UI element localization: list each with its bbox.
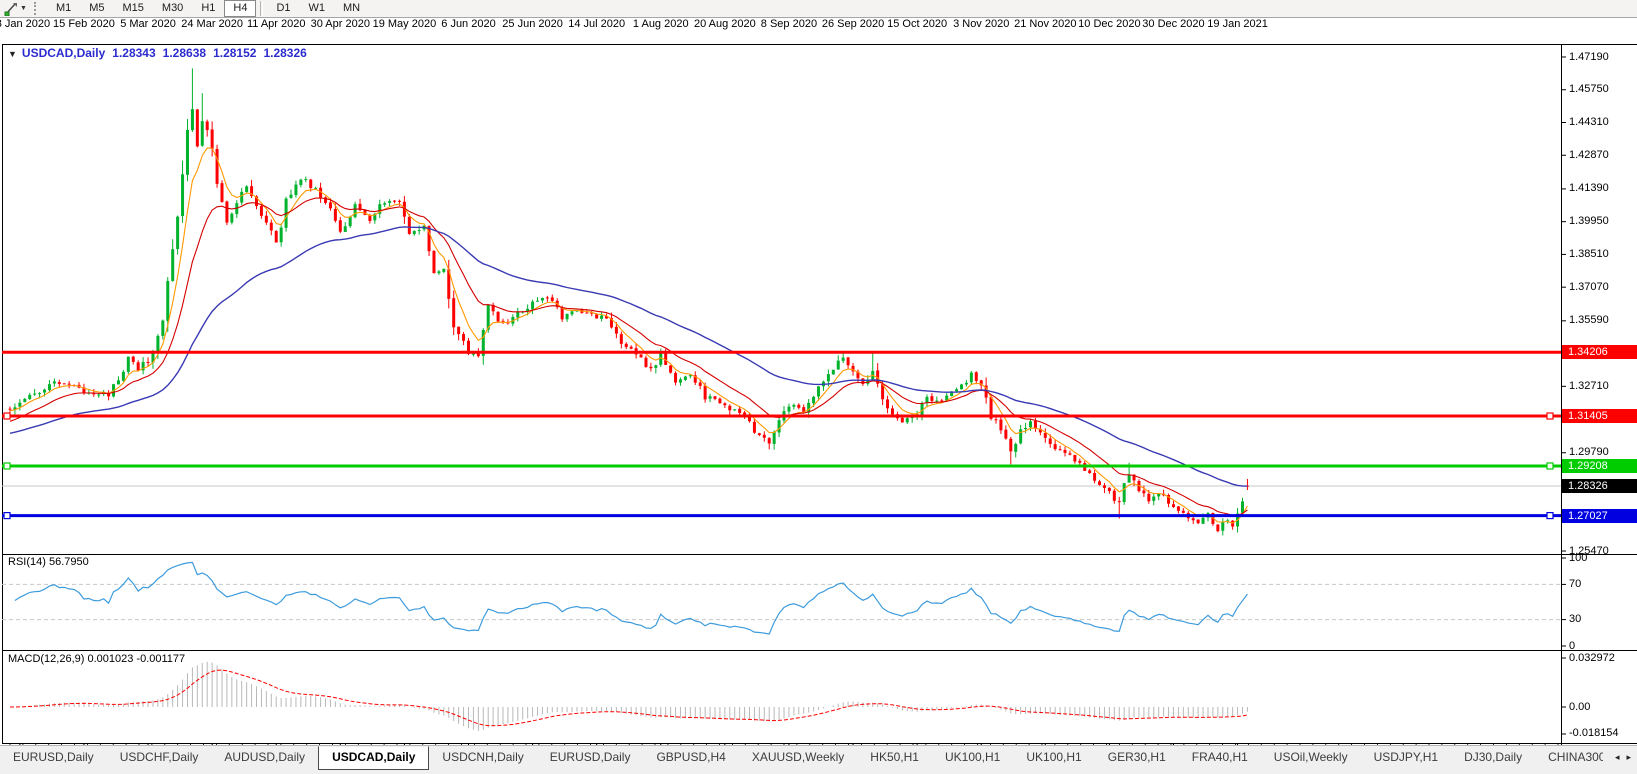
tab-scroll-buttons: ◂ ▸ [1603, 746, 1637, 768]
chart-tab-UK100-H1[interactable]: UK100,H1 [1013, 747, 1094, 768]
timeframe-toolbar: ▼ M1 M5 M15 M30 H1 H4 D1 W1 MN [0, 0, 1637, 18]
timeframe-button-H4[interactable]: H4 [224, 0, 257, 17]
chart-tab-GER30-H1[interactable]: GER30,H1 [1095, 747, 1179, 768]
chart-tab-HK50-H1[interactable]: HK50,H1 [857, 747, 932, 768]
tab-scroll-left-icon[interactable]: ◂ [1615, 752, 1620, 763]
line-draw-tool-icon[interactable] [3, 1, 19, 16]
timeframe-buttons: M1 M5 M15 M30 H1 H4 D1 W1 MN [47, 0, 369, 17]
price-chart-canvas[interactable] [0, 18, 1637, 762]
timeframe-button-M30[interactable]: M30 [153, 0, 192, 17]
chart-tab-FRA40-H1[interactable]: FRA40,H1 [1179, 747, 1261, 768]
toolbar-grip[interactable] [33, 2, 40, 15]
chart-tab-USDCAD-Daily[interactable]: USDCAD,Daily [318, 746, 430, 770]
timeframe-button-D1[interactable]: D1 [267, 0, 299, 17]
timeframe-button-M15[interactable]: M15 [114, 0, 153, 17]
chart-tab-EURUSD-Daily[interactable]: EURUSD,Daily [537, 747, 644, 768]
chart-tab-XAUUSD-Weekly[interactable]: XAUUSD,Weekly [739, 747, 857, 768]
tab-scroll-right-icon[interactable]: ▸ [1626, 752, 1631, 763]
timeframe-button-W1[interactable]: W1 [300, 0, 335, 17]
chart-tab-AUDUSD-Daily[interactable]: AUDUSD,Daily [211, 747, 318, 768]
chart-tab-GBPUSD-H4[interactable]: GBPUSD,H4 [643, 747, 738, 768]
mt4-window: ▼ M1 M5 M15 M30 H1 H4 D1 W1 MN ▼ USDCAD,Daily 1.28… [0, 0, 1637, 774]
chart-tab-USDCNH-Daily[interactable]: USDCNH,Daily [429, 747, 536, 768]
timeframe-button-H1[interactable]: H1 [192, 0, 224, 17]
chart-tab-EURUSD-Daily[interactable]: EURUSD,Daily [0, 747, 107, 768]
tool-dropdown-caret[interactable]: ▼ [19, 5, 31, 12]
chart-tab-UK100-H1[interactable]: UK100,H1 [932, 747, 1013, 768]
timeframe-button-MN[interactable]: MN [334, 0, 369, 17]
chart-tab-USDCHF-Daily[interactable]: USDCHF,Daily [107, 747, 212, 768]
timeframe-button-M5[interactable]: M5 [80, 0, 113, 17]
timeframe-button-M1[interactable]: M1 [47, 0, 80, 17]
chart-tab-USDJPY-H1[interactable]: USDJPY,H1 [1361, 747, 1451, 768]
chart-tab-bar: EURUSD,Daily USDCHF,Daily AUDUSD,Daily USDC… [0, 745, 1637, 774]
toolbar-separator [260, 1, 264, 16]
chart-tab-USOil-Weekly[interactable]: USOil,Weekly [1261, 747, 1361, 768]
chart-tab-DJ30-Daily[interactable]: DJ30,Daily [1451, 747, 1535, 768]
chart-area[interactable]: ▼ USDCAD,Daily 1.28343 1.28638 1.28152 1.2832… [0, 18, 1637, 762]
